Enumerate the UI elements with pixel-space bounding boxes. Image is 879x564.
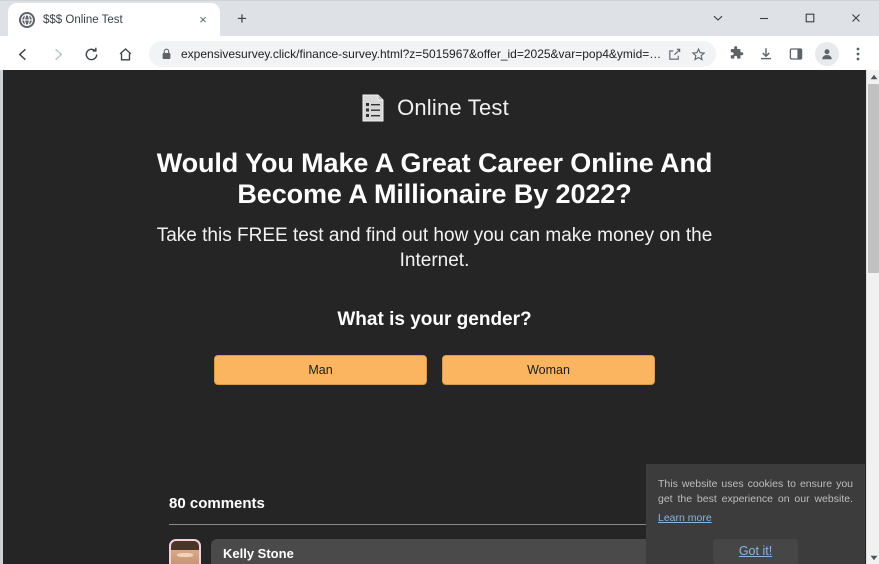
side-panel-icon[interactable]	[783, 40, 809, 68]
caret-up-icon[interactable]	[867, 70, 879, 83]
gender-answer-group: Man Woman	[3, 354, 866, 385]
tab-title: $$$ Online Test	[43, 13, 123, 26]
minimize-icon[interactable]	[741, 1, 787, 35]
three-dots-menu-icon[interactable]	[845, 40, 871, 68]
scrollbar-thumb[interactable]	[868, 84, 879, 273]
star-icon[interactable]	[686, 42, 710, 66]
caret-down-icon[interactable]	[867, 551, 879, 564]
new-tab-button[interactable]: +	[228, 5, 256, 33]
user-photo-avatar	[169, 539, 201, 564]
arrow-right-icon	[43, 40, 71, 68]
cookie-learn-more-link[interactable]: Learn more	[658, 512, 712, 524]
close-window-icon[interactable]	[833, 1, 879, 35]
gender-question-label: What is your gender?	[337, 308, 532, 330]
page-scrollbar[interactable]	[866, 70, 879, 564]
puzzle-icon[interactable]	[723, 40, 749, 68]
cookie-consent-banner: This website uses cookies to ensure you …	[646, 464, 865, 564]
url-text: expensivesurvey.click/finance-survey.htm…	[181, 47, 662, 61]
globe-icon	[19, 11, 35, 28]
home-icon[interactable]	[111, 40, 139, 68]
page-viewport: Online Test Would You Make A Great Caree…	[0, 70, 879, 564]
browser-window: $$$ Online Test × + expensivesurvey.clic…	[0, 0, 879, 564]
address-bar[interactable]: expensivesurvey.click/finance-survey.htm…	[149, 41, 716, 67]
page-headline: Would You Make A Great Career Online And…	[156, 148, 713, 210]
account-avatar-icon[interactable]	[815, 42, 839, 66]
cookie-accept-label: Got it!	[738, 544, 773, 559]
tab-close-icon[interactable]: ×	[194, 11, 212, 29]
reload-icon[interactable]	[77, 40, 105, 68]
share-icon[interactable]	[662, 42, 686, 66]
comments-count: 80 comments	[169, 495, 265, 512]
survey-page: Online Test Would You Make A Great Caree…	[3, 70, 866, 564]
browser-tab[interactable]: $$$ Online Test ×	[8, 3, 220, 36]
avatar-image	[171, 541, 199, 564]
site-logo: Online Test	[3, 93, 866, 123]
browser-toolbar: expensivesurvey.click/finance-survey.htm…	[0, 36, 879, 72]
tab-search-chevron-down-icon[interactable]	[695, 1, 741, 35]
answer-button-woman[interactable]: Woman	[442, 354, 655, 385]
maximize-icon[interactable]	[787, 1, 833, 35]
cookie-accept-button[interactable]: Got it!	[713, 538, 798, 564]
site-logo-text: Online Test	[397, 95, 509, 120]
download-icon[interactable]	[753, 40, 779, 68]
page-subheadline: Take this FREE test and find out how you…	[156, 224, 713, 271]
arrow-left-icon[interactable]	[9, 40, 37, 68]
window-controls	[695, 1, 879, 35]
lock-icon	[161, 48, 176, 60]
answer-button-man[interactable]: Man	[214, 354, 427, 385]
cookie-message: This website uses cookies to ensure you …	[658, 478, 853, 506]
checklist-document-icon	[362, 94, 384, 122]
tab-strip: $$$ Online Test × +	[0, 0, 879, 36]
